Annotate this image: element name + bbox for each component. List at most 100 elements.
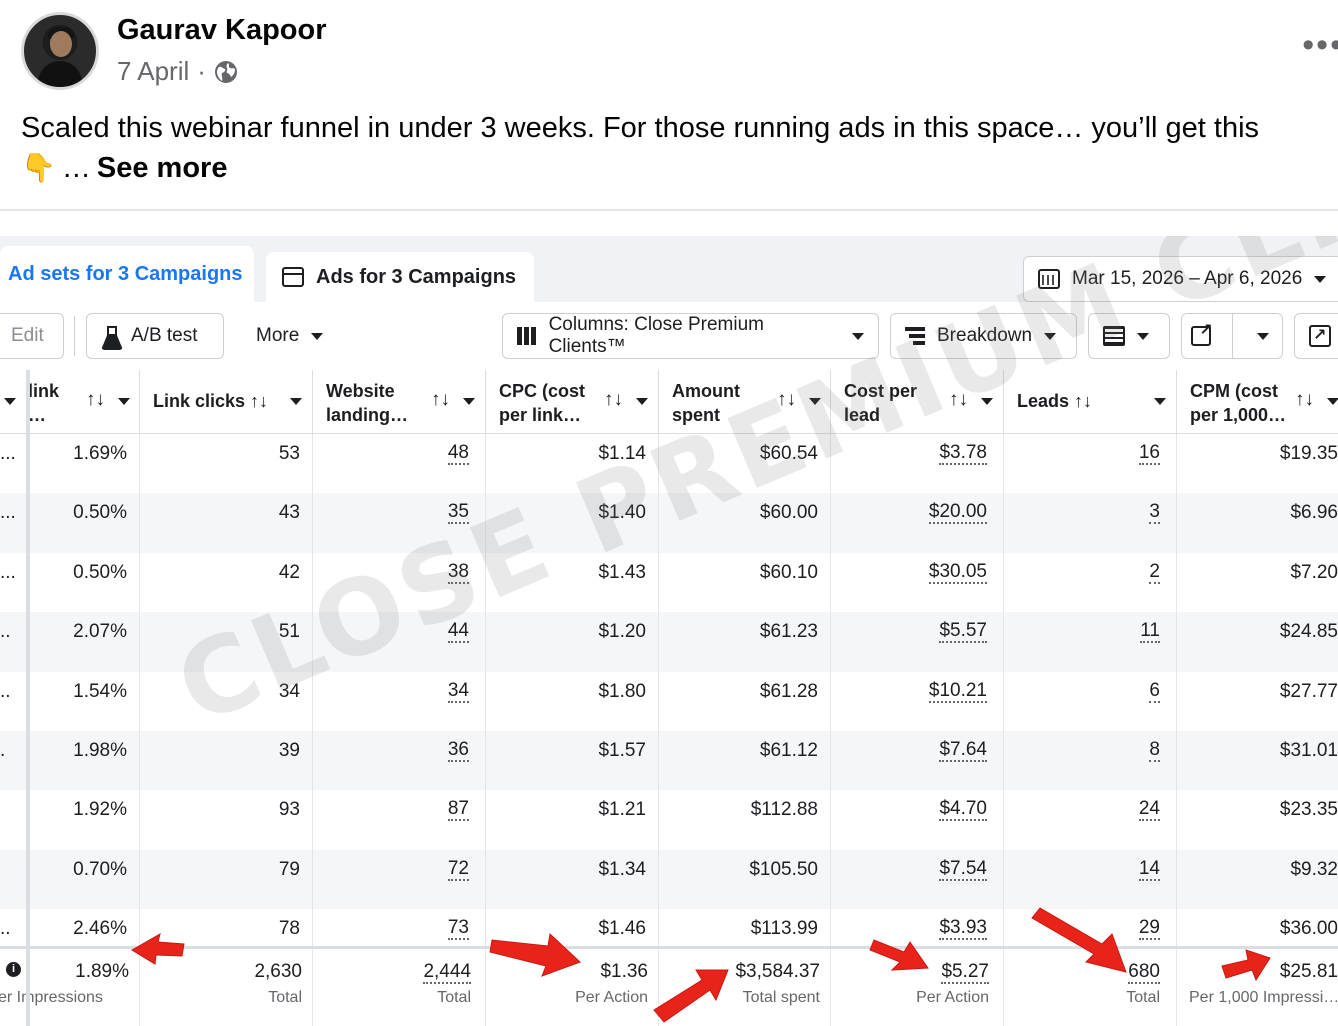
export-half[interactable] — [1182, 314, 1220, 358]
sort-icon[interactable]: ↑↓ — [431, 389, 450, 411]
post-options-icon[interactable]: ••• — [1302, 28, 1338, 62]
table-row[interactable]: .. 1.54% 34 34 $1.80 $61.28 $10.21 6 $27.77 — [0, 671, 1338, 731]
sort-icon[interactable]: ↑↓ — [604, 389, 623, 411]
info-icon[interactable]: i — [6, 962, 21, 977]
cell-website-landing[interactable]: 38 — [313, 552, 486, 613]
chevron-down-icon[interactable] — [1154, 398, 1166, 405]
cell-cost-per-lead-value[interactable]: $3.78 — [939, 443, 987, 465]
total-website-landing-value[interactable]: 2,444 — [313, 961, 471, 984]
cell-website-landing[interactable]: 48 — [313, 434, 486, 494]
cell-leads[interactable]: 24 — [1004, 790, 1177, 850]
table-row[interactable]: 1.92% 93 87 $1.21 $112.88 $4.70 24 $23.35 — [0, 790, 1338, 850]
cell-cost-per-lead[interactable]: $20.00 — [831, 493, 1004, 553]
cell-website-landing[interactable]: 44 — [313, 612, 486, 672]
cell-cost-per-lead[interactable]: $5.57 — [831, 612, 1004, 672]
cell-leads-value[interactable]: 3 — [1149, 502, 1160, 525]
cell-leads-value[interactable]: 2 — [1149, 561, 1160, 584]
tab-ad-sets[interactable]: Ad sets for 3 Campaigns — [0, 246, 254, 302]
table-row[interactable]: 0.70% 79 72 $1.34 $105.50 $7.54 14 $9.32 — [0, 849, 1338, 910]
reports-button[interactable] — [1088, 313, 1170, 359]
sort-icon[interactable]: ↑↓ — [1295, 389, 1314, 411]
cell-website-landing-value[interactable]: 72 — [447, 858, 469, 881]
cell-website-landing-value[interactable]: 38 — [447, 561, 469, 584]
header-cost-per-lead[interactable]: Cost per lead ↑↓ — [831, 370, 1004, 434]
table-row[interactable]: ... 1.69% 53 48 $1.14 $60.54 $3.78 16 $19.35 — [0, 434, 1338, 494]
header-amount-spent[interactable]: Amount spent ↑↓ — [659, 370, 831, 434]
cell-leads[interactable]: 14 — [1004, 849, 1177, 910]
export-button[interactable] — [1181, 313, 1283, 359]
cell-leads-value[interactable]: 29 — [1138, 918, 1160, 941]
header-link-clicks[interactable]: Link clicks ↑↓ — [140, 370, 313, 434]
chevron-down-icon[interactable] — [636, 398, 648, 405]
header-cpm[interactable]: CPM (cost per 1,000… ↑↓ — [1177, 370, 1338, 434]
header-cpc[interactable]: CPC (cost per link… ↑↓ — [486, 370, 659, 434]
cell-website-landing-value[interactable]: 35 — [447, 502, 469, 525]
cell-leads-value[interactable]: 6 — [1149, 680, 1160, 703]
cell-cost-per-lead[interactable]: $4.70 — [831, 790, 1004, 850]
cell-cost-per-lead[interactable]: $3.78 — [831, 434, 1004, 494]
chevron-down-icon[interactable] — [809, 398, 821, 405]
cell-website-landing-value[interactable]: 48 — [447, 443, 469, 465]
chevron-down-icon[interactable] — [981, 398, 993, 405]
see-more-link[interactable]: See more — [97, 148, 228, 188]
breakdown-button[interactable]: Breakdown — [890, 313, 1077, 359]
cell-website-landing[interactable]: 72 — [313, 849, 486, 910]
date-range-picker[interactable]: Mar 15, 2026 – Apr 6, 2026 — [1023, 256, 1338, 302]
cell-cost-per-lead-value[interactable]: $20.00 — [928, 502, 987, 525]
cell-leads[interactable]: 8 — [1004, 731, 1177, 791]
more-button[interactable]: More — [242, 313, 342, 359]
cell-cost-per-lead-value[interactable]: $3.93 — [939, 918, 987, 941]
post-date[interactable]: 7 April — [117, 56, 189, 87]
cell-leads[interactable]: 6 — [1004, 671, 1177, 731]
header-website-landing[interactable]: Website landing… ↑↓ — [313, 370, 486, 434]
cell-leads-value[interactable]: 24 — [1138, 799, 1160, 822]
cell-cost-per-lead-value[interactable]: $4.70 — [939, 799, 987, 822]
export-dropdown[interactable] — [1244, 314, 1282, 358]
charts-button[interactable] — [1294, 313, 1338, 359]
cell-leads-value[interactable]: 14 — [1138, 858, 1160, 881]
cell-leads-value[interactable]: 16 — [1138, 443, 1160, 465]
total-cost-per-lead-value[interactable]: $5.27 — [831, 961, 989, 984]
cell-leads[interactable]: 11 — [1004, 612, 1177, 672]
total-leads-value[interactable]: 680 — [1004, 961, 1160, 984]
cell-website-landing-value[interactable]: 34 — [447, 680, 469, 703]
cell-cost-per-lead[interactable]: $30.05 — [831, 552, 1004, 613]
cell-cost-per-lead[interactable]: $7.64 — [831, 731, 1004, 791]
cell-website-landing-value[interactable]: 87 — [447, 799, 469, 822]
author-avatar[interactable] — [21, 12, 99, 90]
cell-website-landing-value[interactable]: 36 — [447, 740, 469, 762]
sort-icon[interactable]: ↑↓ — [777, 389, 796, 411]
cell-website-landing[interactable]: 87 — [313, 790, 486, 850]
chevron-down-icon[interactable] — [463, 398, 475, 405]
chevron-down-icon[interactable] — [1327, 398, 1338, 405]
table-row[interactable]: .. 2.07% 51 44 $1.20 $61.23 $5.57 11 $24.85 — [0, 612, 1338, 672]
author-name[interactable]: Gaurav Kapoor — [117, 14, 327, 47]
ab-test-button[interactable]: A/B test — [86, 313, 224, 359]
columns-button[interactable]: Columns: Close Premium Clients™ — [502, 313, 879, 359]
cell-website-landing[interactable]: 35 — [313, 493, 486, 553]
cell-leads-value[interactable]: 8 — [1149, 740, 1160, 762]
cell-leads[interactable]: 3 — [1004, 493, 1177, 553]
table-row[interactable]: . 1.98% 39 36 $1.57 $61.12 $7.64 8 $31.01 — [0, 731, 1338, 791]
cell-cost-per-lead-value[interactable]: $5.57 — [939, 621, 987, 644]
sort-icon[interactable]: ↑↓ — [949, 389, 968, 411]
cell-cost-per-lead[interactable]: $10.21 — [831, 671, 1004, 731]
cell-cost-per-lead-value[interactable]: $7.64 — [939, 740, 987, 762]
cell-cost-per-lead-value[interactable]: $10.21 — [928, 680, 987, 703]
chevron-down-icon[interactable] — [118, 398, 130, 405]
chevron-down-icon[interactable] — [290, 398, 302, 405]
table-row[interactable]: ... 0.50% 42 38 $1.43 $60.10 $30.05 2 $7.20 — [0, 552, 1338, 613]
edit-button[interactable]: Edit — [0, 313, 64, 359]
cell-leads-value[interactable]: 11 — [1140, 621, 1160, 644]
tab-ads[interactable]: Ads for 3 Campaigns — [266, 252, 534, 302]
cell-cost-per-lead-value[interactable]: $30.05 — [928, 561, 987, 584]
header-ctr[interactable]: link … ↑↓ — [28, 370, 140, 434]
sort-icon[interactable]: ↑↓ — [86, 389, 105, 411]
cell-website-landing-value[interactable]: 44 — [447, 621, 469, 644]
cell-leads[interactable]: 2 — [1004, 552, 1177, 613]
cell-cost-per-lead[interactable]: $7.54 — [831, 849, 1004, 910]
table-row[interactable]: ... 0.50% 43 35 $1.40 $60.00 $20.00 3 $6.96 — [0, 493, 1338, 553]
cell-cost-per-lead-value[interactable]: $7.54 — [939, 858, 987, 881]
header-leads[interactable]: Leads ↑↓ — [1004, 370, 1177, 434]
cell-website-landing[interactable]: 34 — [313, 671, 486, 731]
